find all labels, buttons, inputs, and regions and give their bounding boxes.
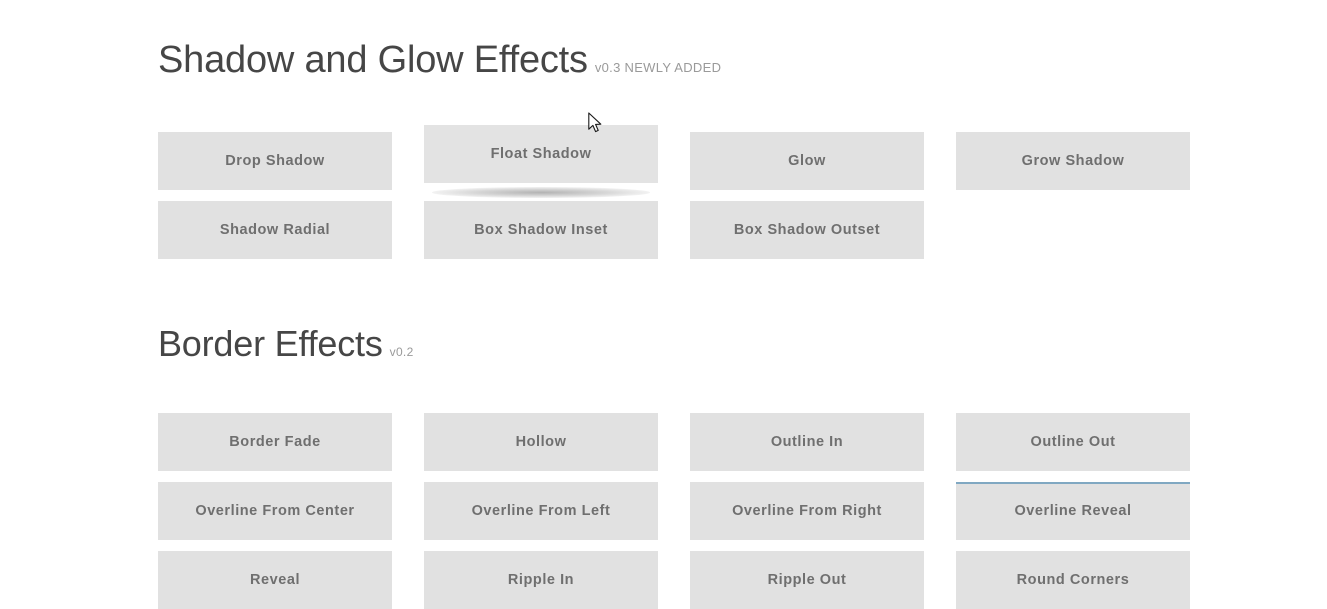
effect-button[interactable]: Overline From Right: [690, 482, 924, 541]
effect-button[interactable]: Round Corners: [956, 551, 1190, 609]
effect-button[interactable]: Drop Shadow: [158, 131, 392, 190]
version-badge: v0.3 NEWLY ADDED: [594, 60, 722, 76]
effect-button[interactable]: Shadow Radial: [158, 200, 392, 259]
effect-button[interactable]: Reveal: [158, 551, 392, 609]
effect-button-grid-border: Border Fade Hollow Outline In Outline Out Ov…: [158, 413, 1192, 609]
section-heading: Border Effects v0.2: [158, 302, 1192, 386]
section-shadow-and-glow-effects: Shadow and Glow Effects v0.3 NEWLY ADDED…: [158, 0, 1192, 259]
effect-button[interactable]: Box Shadow Outset: [690, 200, 924, 259]
effect-button[interactable]: Overline Reveal: [956, 482, 1190, 541]
effect-button[interactable]: Ripple Out: [690, 551, 924, 609]
section-border-effects: Border Effects v0.2 Border Fade Hollow Out…: [158, 302, 1192, 609]
effect-button[interactable]: Ripple In: [424, 551, 658, 609]
effect-button-grid-shadow: Drop Shadow Float Shadow Glow Grow Shadow Sh…: [158, 124, 1192, 259]
section-title: Border Effects: [158, 323, 383, 365]
effect-button[interactable]: Border Fade: [158, 413, 392, 472]
page-title: Shadow and Glow Effects: [158, 39, 588, 82]
effect-button[interactable]: Outline Out: [956, 413, 1190, 472]
effect-button[interactable]: Hollow: [424, 413, 658, 472]
effect-button[interactable]: Grow Shadow: [956, 131, 1190, 190]
effect-button[interactable]: Overline From Left: [424, 482, 658, 541]
version-badge: v0.2: [389, 345, 414, 360]
effect-button[interactable]: Outline In: [690, 413, 924, 472]
effects-showcase-page: Shadow and Glow Effects v0.3 NEWLY ADDED…: [158, 0, 1192, 609]
effect-button[interactable]: Overline From Center: [158, 482, 392, 541]
effect-button[interactable]: Box Shadow Inset: [424, 200, 658, 259]
effect-button[interactable]: Glow: [690, 131, 924, 190]
section-heading: Shadow and Glow Effects v0.3 NEWLY ADDED: [158, 16, 1192, 105]
effect-button[interactable]: Float Shadow: [424, 124, 658, 198]
